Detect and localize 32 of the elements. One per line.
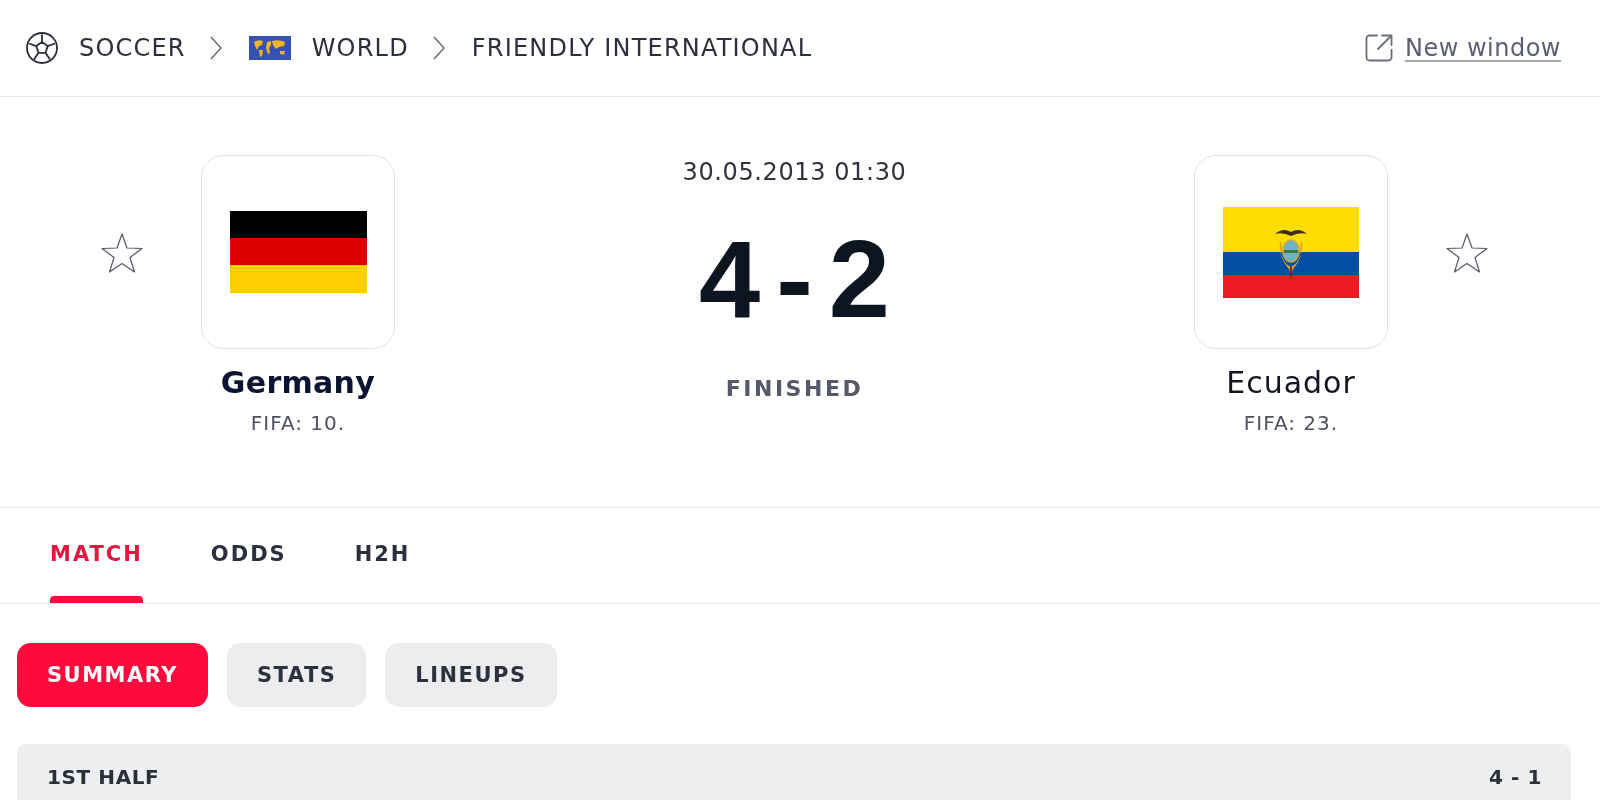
team-name[interactable]: Germany [220, 365, 376, 401]
chevron-right-icon [432, 36, 445, 60]
breadcrumb-link[interactable]: SOCCER [26, 32, 186, 64]
breadcrumb-link[interactable]: FRIENDLY INTERNATIONAL [471, 33, 813, 63]
match-status: FINISHED [725, 375, 864, 403]
match-date: 30.05.2013 01:30 [682, 157, 907, 187]
home-score: 4 [699, 224, 761, 334]
team-logo-tile[interactable] [201, 155, 395, 349]
fifa-rank: FIFA: 10. [250, 411, 346, 435]
favorite-star-icon[interactable] [1446, 233, 1488, 273]
subtab-button[interactable]: LINEUPS [385, 643, 557, 707]
subtab-button[interactable]: STATS [226, 643, 367, 707]
away-score: 2 [828, 224, 890, 334]
team-logo-tile[interactable] [1194, 155, 1388, 349]
external-link-icon [1364, 34, 1393, 62]
tab[interactable]: MATCH [49, 508, 144, 603]
subtab-button[interactable]: SUMMARY [17, 643, 208, 707]
chevron-right-icon [209, 36, 222, 60]
world-map-icon [248, 36, 291, 60]
flag-icon [1223, 206, 1359, 298]
soccer-ball-icon [26, 32, 58, 64]
tab[interactable]: H2H [353, 508, 412, 603]
favorite-star-icon[interactable] [101, 233, 143, 273]
tab[interactable]: ODDS [209, 508, 288, 603]
period-title: 1ST HALF [47, 765, 160, 789]
team-name[interactable]: Ecuador [1226, 365, 1356, 401]
score-separator: - [776, 224, 813, 334]
period-score: 4 - 1 [1488, 765, 1542, 789]
flag-icon [229, 211, 367, 293]
fifa-rank: FIFA: 23. [1243, 411, 1339, 435]
new-window-link[interactable]: New window [1364, 33, 1561, 63]
breadcrumb-link[interactable]: WORLD [248, 33, 409, 63]
